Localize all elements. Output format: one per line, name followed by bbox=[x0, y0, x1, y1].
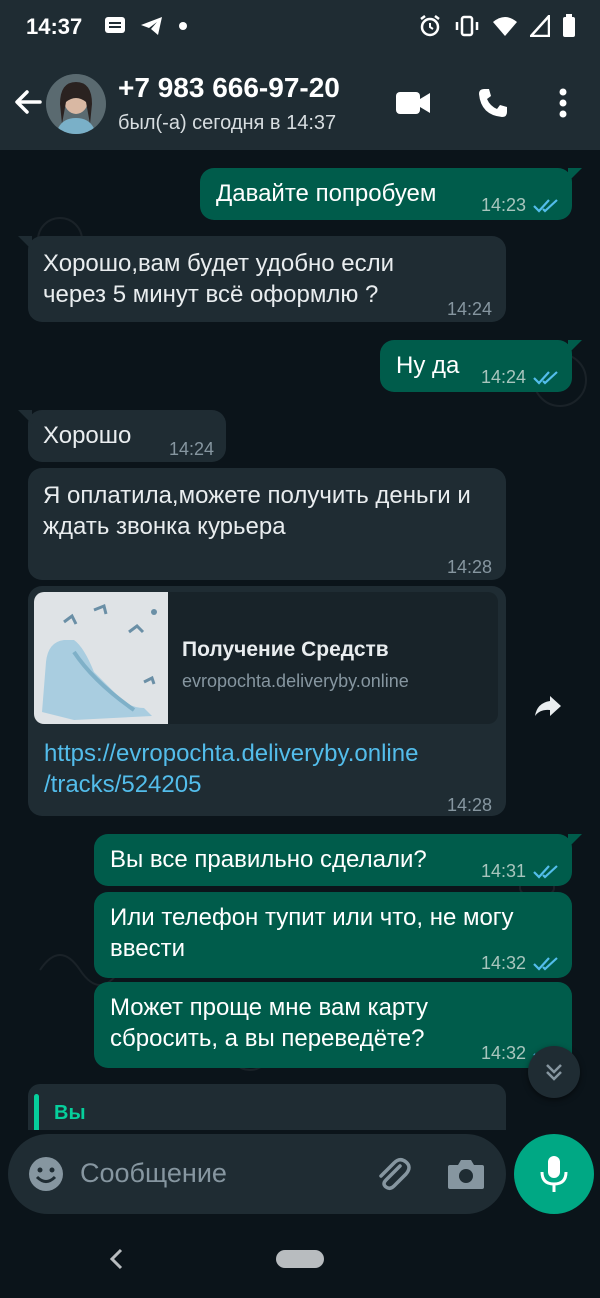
nav-home-pill[interactable] bbox=[276, 1250, 324, 1268]
video-call-icon bbox=[396, 92, 430, 114]
avatar[interactable] bbox=[46, 74, 106, 134]
status-time: 14:37 bbox=[26, 14, 83, 39]
signal-icon bbox=[530, 15, 550, 37]
message-time: 14:28 bbox=[446, 795, 492, 815]
message-time: 14:24 bbox=[480, 367, 526, 387]
chat-header: +7 983 666-97-20 был(-а) сегодня в 14:37 bbox=[0, 58, 600, 150]
more-vert-icon bbox=[559, 88, 567, 118]
message-text: Может проще мне вам карту сбросить, а вы… bbox=[110, 994, 429, 1052]
message-time: 14:24 bbox=[446, 299, 492, 319]
status-right-icons bbox=[418, 14, 576, 38]
paperclip-icon[interactable] bbox=[370, 1152, 414, 1196]
telegram-icon bbox=[141, 17, 162, 35]
read-ticks-icon bbox=[533, 370, 558, 385]
alarm-icon bbox=[420, 15, 440, 37]
message-outgoing[interactable]: Давайте попробуем 14:23 bbox=[200, 168, 582, 221]
voice-record-button[interactable] bbox=[514, 1134, 594, 1214]
message-incoming[interactable]: Хорошо 14:24 bbox=[18, 410, 226, 462]
message-time: 14:32 bbox=[480, 953, 526, 973]
message-time: 14:31 bbox=[480, 861, 526, 881]
message-meta: 14:24 bbox=[481, 362, 560, 393]
message-meta: 14:31 bbox=[481, 856, 560, 887]
message-time: 14:23 bbox=[480, 195, 526, 215]
link-title: Получение Средств bbox=[182, 638, 389, 661]
message-text: Хорошо bbox=[43, 422, 132, 449]
microphone-icon bbox=[540, 1156, 568, 1192]
more-options-button[interactable] bbox=[538, 78, 588, 128]
double-chevron-down-icon bbox=[546, 1064, 562, 1081]
vibrate-icon bbox=[455, 15, 479, 37]
contact-name[interactable]: +7 983 666-97-20 bbox=[118, 72, 340, 104]
wifi-icon bbox=[493, 17, 517, 36]
back-arrow-icon[interactable] bbox=[10, 84, 46, 120]
message-input-box[interactable]: Сообщение bbox=[8, 1134, 506, 1214]
camera-icon[interactable] bbox=[444, 1152, 488, 1196]
nav-back-icon[interactable] bbox=[104, 1244, 128, 1274]
message-incoming[interactable]: Я оплатила,можете получить деньги и ждат… bbox=[28, 468, 506, 580]
read-ticks-icon bbox=[533, 198, 558, 213]
status-bar: 14:37 bbox=[0, 0, 600, 58]
quoted-message-preview[interactable]: Вы bbox=[28, 1084, 506, 1130]
message-time: 14:24 bbox=[168, 439, 214, 459]
message-text: Давайте попробуем bbox=[216, 180, 437, 207]
message-text: Вы все правильно сделали? bbox=[110, 846, 427, 873]
message-meta: 14:23 bbox=[481, 190, 560, 221]
status-left-icons bbox=[104, 16, 188, 36]
message-text: Я оплатила,можете получить деньги и ждат… bbox=[43, 482, 471, 540]
video-call-button[interactable] bbox=[388, 78, 438, 128]
composer: Сообщение bbox=[0, 1130, 600, 1220]
link-url-line-2: /tracks/524205 bbox=[44, 771, 202, 798]
battery-icon bbox=[563, 14, 575, 37]
link-domain: evropochta.deliveryby.online bbox=[182, 671, 409, 691]
message-input[interactable]: Сообщение bbox=[80, 1158, 227, 1189]
message-incoming[interactable]: Хорошо,вам будет удобно если через 5 мин… bbox=[18, 236, 506, 322]
message-outgoing[interactable]: Или телефон тупит или что, не могу ввест… bbox=[94, 892, 572, 978]
message-time: 14:32 bbox=[480, 1043, 526, 1063]
system-nav-bar bbox=[0, 1220, 600, 1298]
forward-button[interactable] bbox=[526, 684, 570, 728]
emoji-icon[interactable] bbox=[26, 1154, 66, 1194]
link-url-line-1: https://evropochta.deliveryby.online bbox=[44, 740, 419, 767]
message-outgoing[interactable]: Ну да 14:24 bbox=[380, 340, 582, 393]
message-outgoing[interactable]: Может проще мне вам карту сбросить, а вы… bbox=[94, 982, 572, 1068]
read-ticks-icon bbox=[533, 956, 558, 971]
link-preview-image bbox=[34, 592, 168, 724]
quoted-sender-name: Вы bbox=[54, 1102, 86, 1124]
dot-icon bbox=[179, 22, 187, 30]
read-ticks-icon bbox=[533, 864, 558, 879]
voice-call-button[interactable] bbox=[468, 78, 518, 128]
link-preview-card[interactable]: Получение Средств evropochta.deliveryby.… bbox=[34, 592, 498, 724]
scroll-to-bottom-button[interactable] bbox=[528, 1046, 580, 1098]
contact-last-seen: был(-а) сегодня в 14:37 bbox=[118, 112, 337, 134]
message-meta: 14:32 bbox=[481, 948, 560, 979]
message-text: Хорошо,вам будет удобно если через 5 мин… bbox=[43, 250, 395, 308]
message-list[interactable]: Давайте попробуем 14:23 Хорошо,вам будет… bbox=[0, 150, 600, 1130]
message-text: Ну да bbox=[396, 352, 460, 379]
phone-icon bbox=[479, 89, 507, 117]
message-link-preview[interactable]: Получение Средств evropochta.deliveryby.… bbox=[28, 586, 506, 816]
message-time: 14:28 bbox=[446, 557, 492, 577]
message-link[interactable]: https://evropochta.deliveryby.online /tr… bbox=[44, 738, 418, 800]
forward-icon bbox=[535, 696, 561, 716]
message-outgoing[interactable]: Вы все правильно сделали? 14:31 bbox=[94, 834, 582, 887]
message-icon bbox=[105, 17, 125, 33]
